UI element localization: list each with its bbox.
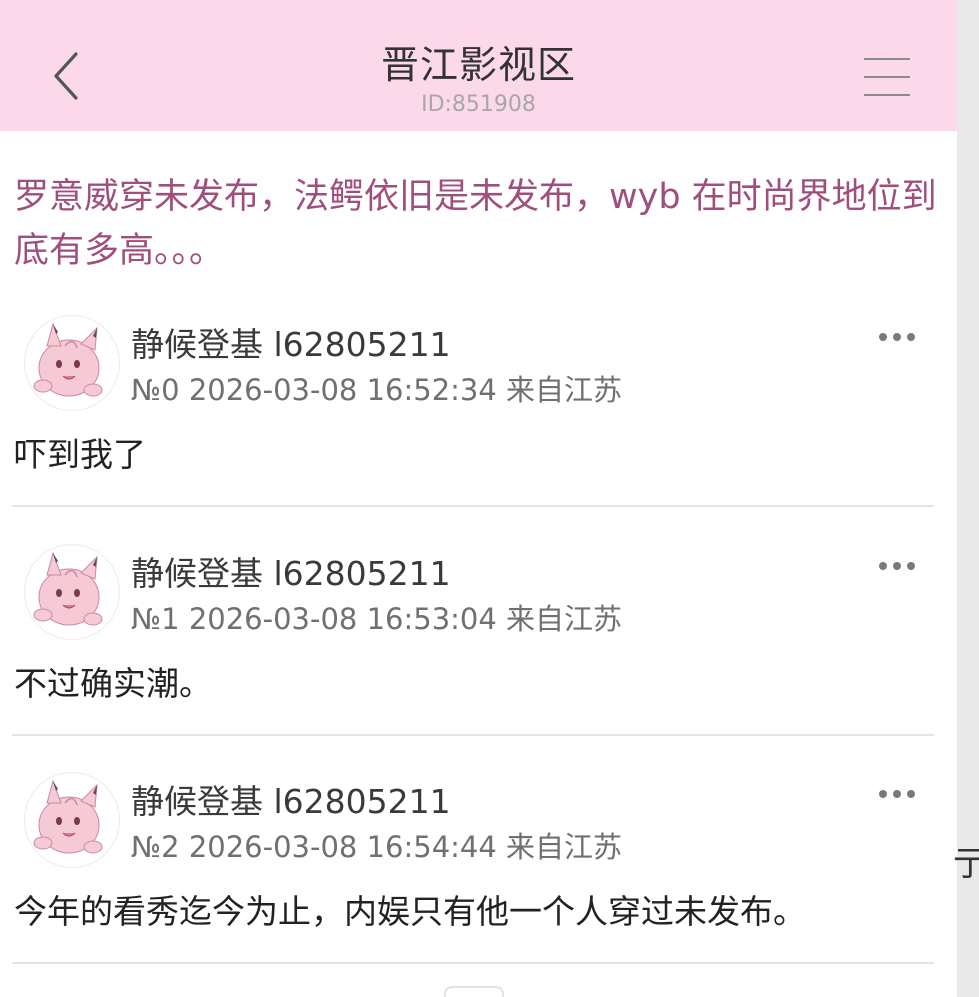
more-dots-icon — [879, 333, 887, 341]
pink-creature-avatar-icon — [33, 322, 103, 397]
pink-creature-avatar-icon — [33, 779, 103, 854]
page-title: 晋江影视区 — [380, 43, 576, 87]
divider — [12, 734, 934, 736]
more-dots-icon — [879, 562, 887, 570]
hamburger-menu-icon — [864, 58, 910, 60]
post-more-button[interactable] — [874, 559, 920, 573]
post-author[interactable]: 静候登基 l62805211 — [131, 318, 451, 366]
more-dot — [893, 790, 901, 798]
thread-title: 罗意威穿未发布，法鳄依旧是未发布，wyb 在时尚界地位到底有多高。。。 — [14, 177, 937, 271]
app-screen: 晋江影视区 ID:851908 罗意威穿未发布，法鳄依旧是未发布，wyb 在时尚… — [0, 0, 957, 997]
avatar[interactable] — [24, 315, 120, 411]
menu-button[interactable] — [860, 55, 914, 99]
post-meta: №1 2026-03-08 16:53:04 来自江苏 — [131, 602, 623, 636]
more-dots-icon — [879, 790, 887, 798]
post-author[interactable]: 静候登基 l62805211 — [131, 775, 451, 823]
post-item: 静候登基 l62805211 №0 2026-03-08 16:52:34 来自… — [0, 300, 957, 528]
pagination-tab-edge[interactable] — [444, 986, 504, 997]
post-item: 静候登基 l62805211 №2 2026-03-08 16:54:44 来自… — [0, 757, 957, 985]
board-id: ID:851908 — [421, 92, 536, 117]
post-meta: №0 2026-03-08 16:52:34 来自江苏 — [131, 373, 623, 407]
post-author[interactable]: 静候登基 l62805211 — [131, 547, 451, 595]
more-dot — [893, 333, 901, 341]
top-navigation-bar: 晋江影视区 ID:851908 — [0, 0, 957, 131]
adjacent-screen-text-fragment: 亍 — [953, 844, 979, 884]
more-dot — [907, 333, 915, 341]
post-content: 不过确实潮。 — [14, 664, 212, 703]
post-item: 静候登基 l62805211 №1 2026-03-08 16:53:04 来自… — [0, 529, 957, 757]
hamburger-menu-icon-line — [864, 76, 910, 78]
more-dot — [893, 562, 901, 570]
more-dot — [907, 790, 915, 798]
avatar[interactable] — [24, 544, 120, 640]
divider — [12, 962, 934, 964]
more-dot — [907, 562, 915, 570]
post-content: 今年的看秀迄今为止，内娱只有他一个人穿过未发布。 — [14, 892, 806, 931]
post-meta: №2 2026-03-08 16:54:44 来自江苏 — [131, 830, 623, 864]
hamburger-menu-icon-line — [864, 94, 910, 96]
avatar[interactable] — [24, 772, 120, 868]
divider — [12, 505, 934, 507]
pink-creature-avatar-icon — [33, 551, 103, 626]
post-content: 吓到我了 — [14, 435, 146, 474]
post-more-button[interactable] — [874, 330, 920, 344]
post-more-button[interactable] — [874, 787, 920, 801]
